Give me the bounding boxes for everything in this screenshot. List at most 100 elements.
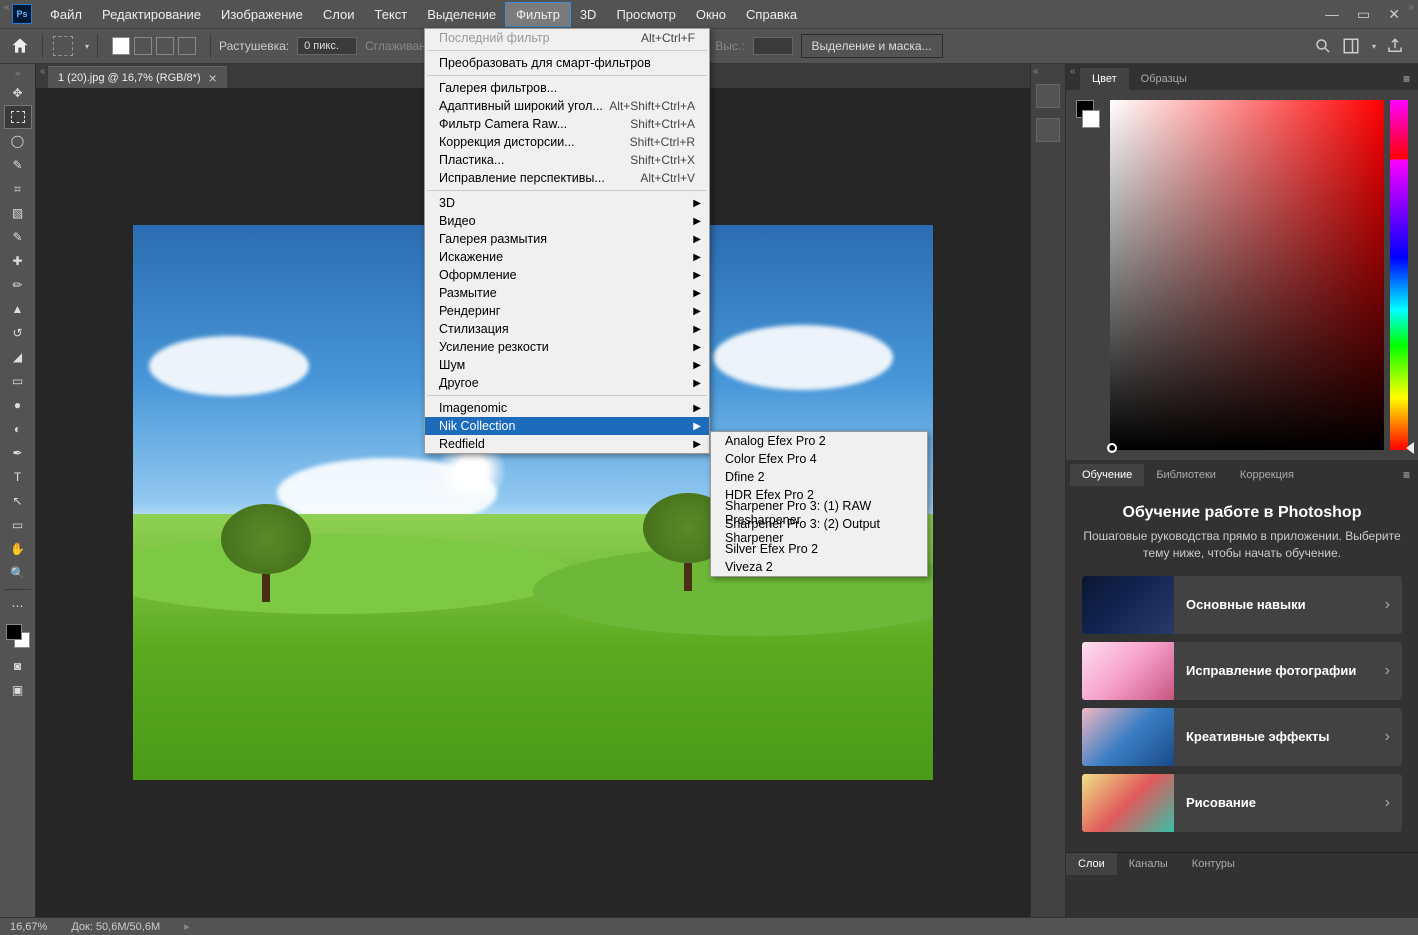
history-brush-tool[interactable]: ↺ <box>4 321 32 345</box>
bg-swatch[interactable] <box>1082 110 1100 128</box>
clone-tool[interactable]: ▲ <box>4 297 32 321</box>
menu-выделение[interactable]: Выделение <box>417 3 506 26</box>
tab-color[interactable]: Цвет <box>1080 68 1129 90</box>
menu-редактирование[interactable]: Редактирование <box>92 3 211 26</box>
document-tab[interactable]: 1 (20).jpg @ 16,7% (RGB/8*) × <box>48 66 227 88</box>
menu-lens-correction[interactable]: Коррекция дисторсии...Shift+Ctrl+R <box>425 133 709 151</box>
menu-изображение[interactable]: Изображение <box>211 3 313 26</box>
zoom-tool[interactable]: 🔍 <box>4 561 32 585</box>
menu-adaptive-wide[interactable]: Адаптивный широкий угол...Alt+Shift+Ctrl… <box>425 97 709 115</box>
menu-слои[interactable]: Слои <box>313 3 365 26</box>
marquee-tool-icon[interactable] <box>53 36 73 56</box>
eyedropper-tool[interactable]: ✎ <box>4 225 32 249</box>
menu-last-filter[interactable]: Последний фильтрAlt+Ctrl+F <box>425 29 709 47</box>
hue-slider[interactable] <box>1390 100 1408 450</box>
frame-tool[interactable]: ▧ <box>4 201 32 225</box>
panel-icon-2[interactable] <box>1036 118 1060 142</box>
expand-icon[interactable]: « <box>1070 66 1076 77</box>
menu-просмотр[interactable]: Просмотр <box>606 3 685 26</box>
quick-select-tool[interactable]: ✎ <box>4 153 32 177</box>
lasso-tool[interactable]: ◯ <box>4 129 32 153</box>
path-tool[interactable]: ↖ <box>4 489 32 513</box>
menu-Размытие[interactable]: Размытие▶ <box>425 284 709 302</box>
color-swatches[interactable] <box>6 624 30 648</box>
workspace-icon[interactable] <box>1342 37 1360 55</box>
panel-icon-1[interactable] <box>1036 84 1060 108</box>
menu-3D[interactable]: 3D▶ <box>425 194 709 212</box>
expand-icon[interactable]: « <box>40 66 46 77</box>
pen-tool[interactable]: ✒ <box>4 441 32 465</box>
learn-card-2[interactable]: Креативные эффекты› <box>1082 708 1402 766</box>
search-icon[interactable] <box>1314 37 1332 55</box>
tab-adjustments[interactable]: Коррекция <box>1228 464 1306 486</box>
expand-icon[interactable]: « <box>1033 66 1039 77</box>
nik-sharpener-pro-3-2-output-sharpener[interactable]: Sharpener Pro 3: (2) Output Sharpener <box>711 522 927 540</box>
menu-Рендеринг[interactable]: Рендеринг▶ <box>425 302 709 320</box>
menu-plugin-imagenomic[interactable]: Imagenomic▶ <box>425 399 709 417</box>
type-tool[interactable]: T <box>4 465 32 489</box>
close-icon[interactable]: ✕ <box>1388 6 1400 23</box>
mode-intersect[interactable] <box>178 37 196 55</box>
nik-dfine-2[interactable]: Dfine 2 <box>711 468 927 486</box>
learn-card-1[interactable]: Исправление фотографии› <box>1082 642 1402 700</box>
dodge-tool[interactable]: ◐ <box>4 417 32 441</box>
tab-libraries[interactable]: Библиотеки <box>1144 464 1228 486</box>
menu-Шум[interactable]: Шум▶ <box>425 356 709 374</box>
menu-Галерея размытия[interactable]: Галерея размытия▶ <box>425 230 709 248</box>
home-button[interactable] <box>6 32 34 60</box>
menu-filter-gallery[interactable]: Галерея фильтров... <box>425 79 709 97</box>
menu-текст[interactable]: Текст <box>365 3 418 26</box>
menu-Стилизация[interactable]: Стилизация▶ <box>425 320 709 338</box>
panel-menu-icon[interactable]: ≡ <box>1395 464 1418 486</box>
healing-tool[interactable]: ✚ <box>4 249 32 273</box>
menu-окно[interactable]: Окно <box>686 3 736 26</box>
minimize-icon[interactable]: — <box>1325 6 1339 23</box>
menu-plugin-nik-collection[interactable]: Nik Collection▶ <box>425 417 709 435</box>
menu-camera-raw[interactable]: Фильтр Camera Raw...Shift+Ctrl+A <box>425 115 709 133</box>
chevron-down-icon[interactable]: ▾ <box>85 42 89 51</box>
nik-color-efex-pro-4[interactable]: Color Efex Pro 4 <box>711 450 927 468</box>
tab-learn[interactable]: Обучение <box>1070 464 1144 486</box>
tab-channels[interactable]: Каналы <box>1117 853 1180 875</box>
blur-tool[interactable]: ● <box>4 393 32 417</box>
brush-tool[interactable]: ✏ <box>4 273 32 297</box>
menu-convert-smart[interactable]: Преобразовать для смарт-фильтров <box>425 54 709 72</box>
height-input[interactable] <box>753 37 793 55</box>
menu-справка[interactable]: Справка <box>736 3 807 26</box>
gradient-tool[interactable]: ▭ <box>4 369 32 393</box>
menu-plugin-redfield[interactable]: Redfield▶ <box>425 435 709 453</box>
menu-Видео[interactable]: Видео▶ <box>425 212 709 230</box>
collapse-icon[interactable]: » <box>15 68 21 79</box>
share-icon[interactable] <box>1386 37 1404 55</box>
menu-Оформление[interactable]: Оформление▶ <box>425 266 709 284</box>
learn-card-3[interactable]: Рисование› <box>1082 774 1402 832</box>
menu-Искажение[interactable]: Искажение▶ <box>425 248 709 266</box>
expand-right-icon[interactable]: » <box>1408 2 1414 13</box>
hue-marker[interactable] <box>1406 442 1414 454</box>
tab-paths[interactable]: Контуры <box>1180 853 1247 875</box>
crop-tool[interactable]: ⌗ <box>4 177 32 201</box>
nik-silver-efex-pro-2[interactable]: Silver Efex Pro 2 <box>711 540 927 558</box>
fg-color[interactable] <box>6 624 22 640</box>
shape-tool[interactable]: ▭ <box>4 513 32 537</box>
nik-viveza-2[interactable]: Viveza 2 <box>711 558 927 576</box>
menu-Другое[interactable]: Другое▶ <box>425 374 709 392</box>
menu-vanishing-point[interactable]: Исправление перспективы...Alt+Ctrl+V <box>425 169 709 187</box>
tab-swatches[interactable]: Образцы <box>1129 68 1199 90</box>
eraser-tool[interactable]: ◢ <box>4 345 32 369</box>
menu-фильтр[interactable]: Фильтр <box>506 3 570 26</box>
screenmode-tool[interactable]: ▣ <box>4 678 32 702</box>
menu-файл[interactable]: Файл <box>40 3 92 26</box>
chevron-down-icon[interactable]: ▾ <box>1372 42 1376 51</box>
marquee-tool[interactable] <box>4 105 32 129</box>
hand-tool[interactable]: ✋ <box>4 537 32 561</box>
mode-new[interactable] <box>112 37 130 55</box>
mode-add[interactable] <box>134 37 152 55</box>
tab-layers[interactable]: Слои <box>1066 853 1117 875</box>
maximize-icon[interactable]: ▭ <box>1357 6 1370 23</box>
color-picker[interactable] <box>1110 100 1384 450</box>
menu-Усиление резкости[interactable]: Усиление резкости▶ <box>425 338 709 356</box>
close-tab-icon[interactable]: × <box>209 70 217 86</box>
picker-marker[interactable] <box>1107 443 1117 453</box>
select-and-mask-button[interactable]: Выделение и маска... <box>801 34 943 58</box>
